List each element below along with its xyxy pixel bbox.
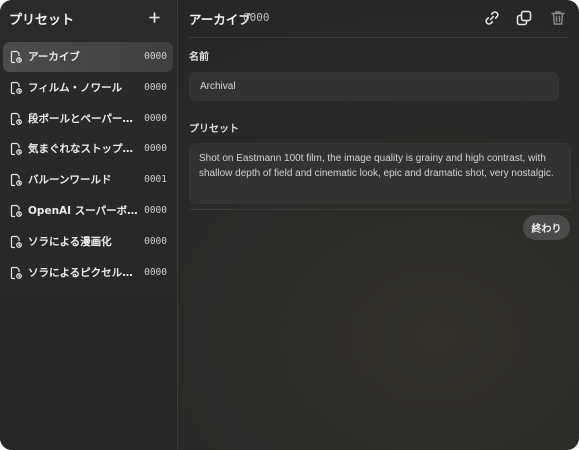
plus-icon xyxy=(148,11,160,23)
preset-code: 0000 xyxy=(144,143,167,155)
content-divider xyxy=(189,209,571,210)
preset-file-icon xyxy=(10,81,22,94)
preset-file-icon xyxy=(10,235,22,248)
preset-window: プリセット アーカイブ0000フィルム・ノワール0000段ボールとペーパークラフ… xyxy=(0,0,579,450)
preset-file-icon xyxy=(10,174,22,187)
preset-file-icon xyxy=(10,143,22,156)
preset-file-icon xyxy=(10,204,22,218)
done-button[interactable]: 終わり xyxy=(523,215,570,240)
preset-list: アーカイブ0000フィルム・ノワール0000段ボールとペーパークラフト0000気… xyxy=(3,42,173,288)
preset-name: OpenAI スーパーボウルコマーシャル xyxy=(28,204,140,217)
preset-code: 0000 xyxy=(144,235,167,247)
preset-name: アーカイブ xyxy=(28,51,80,63)
detail-header: アーカイブ 0000 xyxy=(178,0,579,37)
preset-detail-panel: アーカイブ 0000 名前 Archival プリセット Shot on Eas… xyxy=(178,0,579,450)
link-button[interactable] xyxy=(483,9,501,27)
preset-list-item[interactable]: フィルム・ノワール 0000 xyxy=(3,73,173,103)
detail-code: 0000 xyxy=(243,11,270,24)
preset-code: 0000 xyxy=(144,112,167,124)
link-icon xyxy=(485,11,499,25)
name-label: 名前 xyxy=(189,52,209,63)
preset-name: 気まぐれなストップモーション xyxy=(28,143,140,156)
preset-list-item[interactable]: 段ボールとペーパークラフト 0000 xyxy=(3,104,173,134)
preset-code: 0000 xyxy=(144,266,167,278)
preset-file-icon xyxy=(10,266,22,279)
detail-title: アーカイブ xyxy=(189,12,251,27)
preset-list-item[interactable]: アーカイブ 0000 xyxy=(3,42,173,72)
preset-list-item[interactable]: ソラによる漫画化 0000 xyxy=(3,227,173,257)
preset-label: プリセット xyxy=(189,124,239,135)
preset-code: 0001 xyxy=(144,174,167,186)
preset-code: 0000 xyxy=(144,204,167,216)
preset-list-item[interactable]: 気まぐれなストップモーション 0000 xyxy=(3,134,173,164)
name-input[interactable] xyxy=(189,72,559,101)
preset-prompt-textarea[interactable]: Shot on Eastmann 100t film, the image qu… xyxy=(189,143,571,204)
preset-code: 0000 xyxy=(144,81,167,93)
preset-list-item[interactable]: OpenAI スーパーボウルコマーシャル 0000 xyxy=(3,196,173,226)
preset-name: 段ボールとペーパークラフト xyxy=(28,112,140,125)
sidebar-title: プリセット xyxy=(9,13,75,28)
preset-code: 0000 xyxy=(144,51,167,62)
preset-sidebar: プリセット アーカイブ0000フィルム・ノワール0000段ボールとペーパークラフ… xyxy=(0,0,178,450)
duplicate-button[interactable] xyxy=(515,9,533,27)
trash-icon xyxy=(551,11,565,25)
copy-icon xyxy=(516,10,532,26)
preset-file-icon xyxy=(10,50,22,64)
preset-name: バルーンワールド xyxy=(28,174,112,187)
header-divider xyxy=(189,37,569,38)
delete-button[interactable] xyxy=(549,9,567,27)
preset-name: フィルム・ノワール xyxy=(28,81,123,94)
add-preset-button[interactable] xyxy=(145,7,163,27)
preset-name: ソラによるピクセルアート xyxy=(28,266,140,279)
preset-list-item[interactable]: バルーンワールド 0001 xyxy=(3,165,173,195)
sidebar-header: プリセット xyxy=(0,0,177,36)
preset-name: ソラによる漫画化 xyxy=(28,235,112,248)
preset-list-item[interactable]: ソラによるピクセルアート 0000 xyxy=(3,258,173,288)
preset-file-icon xyxy=(10,112,22,125)
